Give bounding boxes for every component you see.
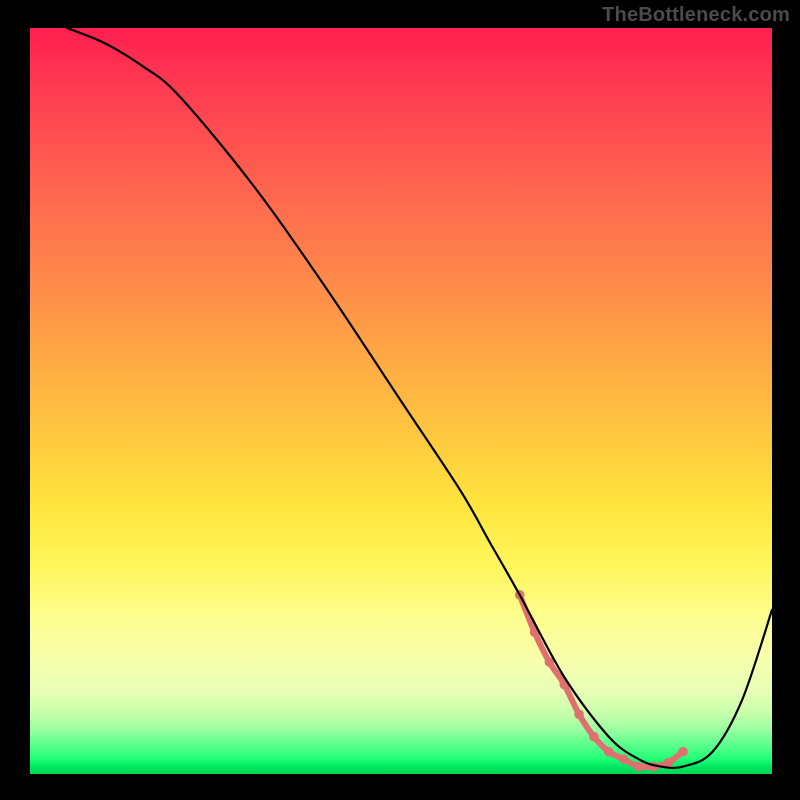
highlight-layer — [515, 590, 688, 771]
chart-overlay — [30, 28, 772, 774]
highlight-band-path — [520, 595, 683, 767]
plot-area — [30, 28, 772, 774]
watermark-label: TheBottleneck.com — [602, 4, 790, 27]
highlight-dot — [589, 732, 599, 742]
bottleneck-curve-path — [67, 28, 772, 768]
highlight-dot — [634, 762, 644, 772]
curve-layer — [67, 28, 772, 768]
chart-stage: TheBottleneck.com — [0, 0, 800, 800]
highlight-dot — [619, 754, 629, 764]
highlight-dot — [574, 710, 584, 720]
highlight-dot — [604, 747, 614, 757]
highlight-dot — [678, 747, 688, 757]
